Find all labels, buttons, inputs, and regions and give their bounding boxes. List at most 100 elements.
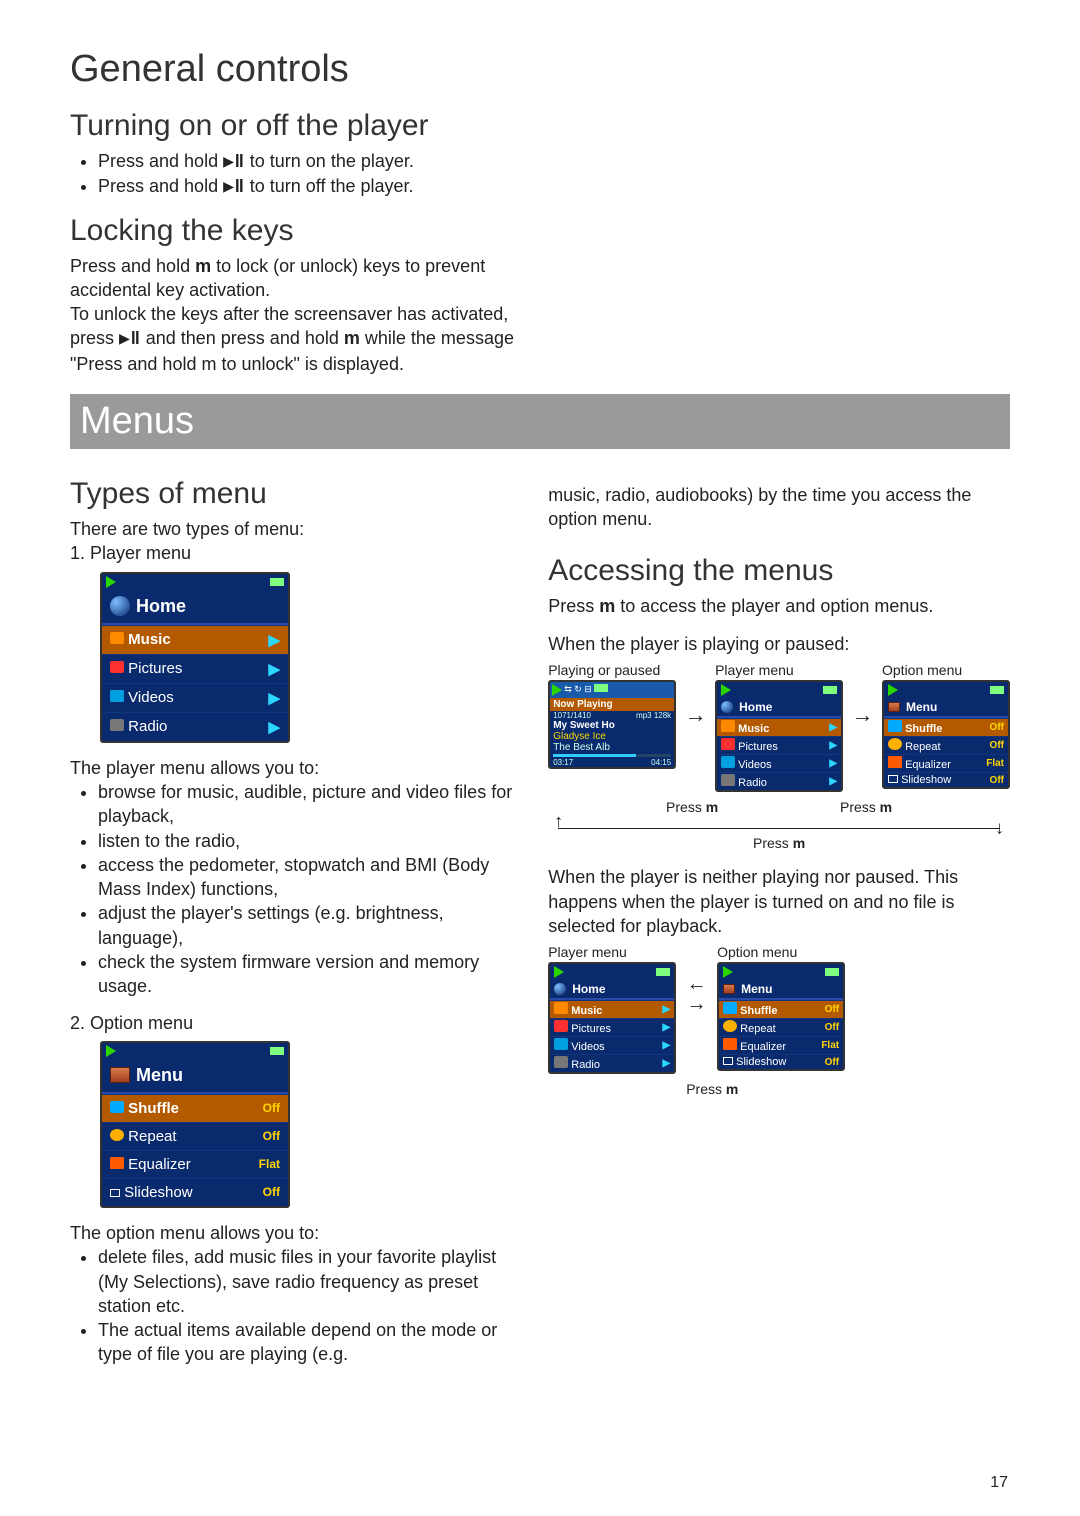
play-pause-icon: ▶ǁ (223, 151, 245, 172)
option-menu-small2: Menu ShuffleOff RepeatOff EqualizerFlat … (717, 962, 845, 1071)
m-key: m (195, 256, 211, 276)
repeat-icon (110, 1129, 124, 1141)
left-column: Types of menu There are two types of men… (70, 463, 518, 1367)
back-arrow-line: ↑ ↑ (558, 819, 1000, 829)
access-p1: Press m to access the player and option … (548, 594, 1010, 618)
play-pause-icon: ▶ǁ (119, 328, 141, 349)
press-m-label: Press m (662, 799, 722, 815)
battery-icon (656, 968, 670, 976)
videos-icon (110, 690, 124, 702)
menu-repeat: RepeatOff (102, 1122, 288, 1150)
option-menu-screenshot: Menu ShuffleOff RepeatOff EqualizerFlat … (100, 1041, 290, 1208)
chevron-right-icon: ▶ (268, 660, 280, 678)
list-item: listen to the radio, (98, 829, 518, 853)
player-menu-small: Home Music▶ Pictures▶ Videos▶ Radio▶ (715, 680, 843, 792)
dsp-icon (110, 1157, 124, 1169)
press-m-label: Press m (548, 835, 1010, 851)
types-of-menu-heading: Types of menu (70, 477, 518, 511)
menu-icon (888, 702, 900, 712)
menu-music: Music▶ (102, 625, 288, 654)
chevron-right-icon: ▶ (268, 631, 280, 649)
list-item: check the system firmware version and me… (98, 950, 518, 999)
turning-on-off-heading: Turning on or off the player (70, 109, 1010, 143)
battery-icon (270, 1047, 284, 1055)
right-column: music, radio, audiobooks) by the time yo… (548, 463, 1010, 1367)
bidir-arrow-icon: ←→ (687, 974, 707, 1014)
slideshow-icon (110, 1189, 120, 1197)
list-item: adjust the player's settings (e.g. brigh… (98, 901, 518, 950)
flow-diagram-not-playing: Player menu Home Music▶ Pictures▶ Videos… (548, 944, 1010, 1097)
option-menu-small: Menu ShuffleOff RepeatOff EqualizerFlat … (882, 680, 1010, 789)
player-menu-intro: The player menu allows you to: (70, 756, 518, 780)
menu-shuffle: ShuffleOff (102, 1094, 288, 1122)
play-icon (888, 684, 898, 696)
accessing-menus-heading: Accessing the menus (548, 554, 1010, 588)
turn-on-item: Press and hold ▶ǁ to turn on the player. (98, 149, 1010, 174)
flow-label-playing: Playing or paused (548, 662, 676, 678)
battery-icon (594, 684, 608, 692)
list-item: delete files, add music files in your fa… (98, 1245, 518, 1318)
menus-heading: Menus (70, 394, 1010, 449)
turn-off-item: Press and hold ▶ǁ to turn off the player… (98, 174, 1010, 199)
types-item1: 1. Player menu (70, 541, 518, 565)
flow-label-player-menu: Player menu (548, 944, 676, 960)
play-icon (721, 684, 731, 696)
chevron-right-icon: ▶ (268, 689, 280, 707)
locking-keys-p1: Press and hold m to lock (or unlock) key… (70, 254, 540, 303)
option-menu-intro: The option menu allows you to: (70, 1221, 518, 1245)
play-icon (554, 966, 564, 978)
pictures-icon (110, 661, 124, 673)
option-cont: music, radio, audiobooks) by the time yo… (548, 483, 1010, 532)
access-p3: When the player is neither playing nor p… (548, 865, 1010, 938)
arrow-right-icon: → (685, 702, 707, 728)
locking-keys-heading: Locking the keys (70, 214, 1010, 248)
types-item2: 2. Option menu (70, 1011, 518, 1035)
shuffle-icon (110, 1101, 124, 1113)
arrow-up-icon: ↑ (554, 811, 563, 832)
locking-keys-p2: To unlock the keys after the screensaver… (70, 302, 540, 376)
player-menu-small2: Home Music▶ Pictures▶ Videos▶ Radio▶ (548, 962, 676, 1074)
turning-on-off-list: Press and hold ▶ǁ to turn on the player.… (70, 149, 1010, 200)
player-menu-screenshot: Home Music▶ Pictures▶ Videos▶ Radio▶ (100, 572, 290, 743)
music-icon (110, 632, 124, 644)
list-item: access the pedometer, stopwatch and BMI … (98, 853, 518, 902)
menu-icon (110, 1067, 130, 1083)
list-item: browse for music, audible, picture and v… (98, 780, 518, 829)
page-number: 17 (990, 1474, 1008, 1492)
general-controls-heading: General controls (70, 48, 1010, 91)
play-pause-icon: ▶ǁ (223, 176, 245, 197)
flow-label-option-menu: Option menu (717, 944, 845, 960)
play-icon (723, 966, 733, 978)
flow-diagram-playing: Playing or paused ⇆ ↻ ⊟ Now Playing 1071… (548, 662, 1010, 851)
menu-equalizer: EqualizerFlat (102, 1150, 288, 1178)
battery-icon (990, 686, 1004, 694)
flow-label-option-menu: Option menu (882, 662, 1010, 678)
m-key: m (599, 596, 615, 616)
option-menu-list: delete files, add music files in your fa… (70, 1245, 518, 1366)
play-icon (106, 576, 116, 588)
m-key: m (344, 328, 360, 348)
chevron-right-icon: ▶ (268, 718, 280, 736)
battery-icon (270, 578, 284, 586)
play-icon (552, 684, 562, 696)
home-icon (721, 701, 733, 713)
menu-radio: Radio▶ (102, 712, 288, 741)
flow-label-player-menu: Player menu (715, 662, 843, 678)
list-item: The actual items available depend on the… (98, 1318, 518, 1367)
radio-icon (110, 719, 124, 731)
types-intro: There are two types of menu: (70, 517, 518, 541)
home-icon (554, 983, 566, 995)
now-playing-screenshot: ⇆ ↻ ⊟ Now Playing 1071/1410mp3 128k My S… (548, 680, 676, 769)
arrow-corner-icon: ↑ (995, 819, 1004, 840)
battery-icon (825, 968, 839, 976)
home-icon (110, 596, 130, 616)
menu-pictures: Pictures▶ (102, 654, 288, 683)
menu-icon (723, 984, 735, 994)
player-menu-list: browse for music, audible, picture and v… (70, 780, 518, 999)
access-p2: When the player is playing or paused: (548, 632, 1010, 656)
play-icon (106, 1045, 116, 1057)
menu-videos: Videos▶ (102, 683, 288, 712)
menu-slideshow: SlideshowOff (102, 1178, 288, 1206)
press-m-label: Press m (686, 1081, 1010, 1097)
arrow-right-icon: → (852, 702, 874, 728)
